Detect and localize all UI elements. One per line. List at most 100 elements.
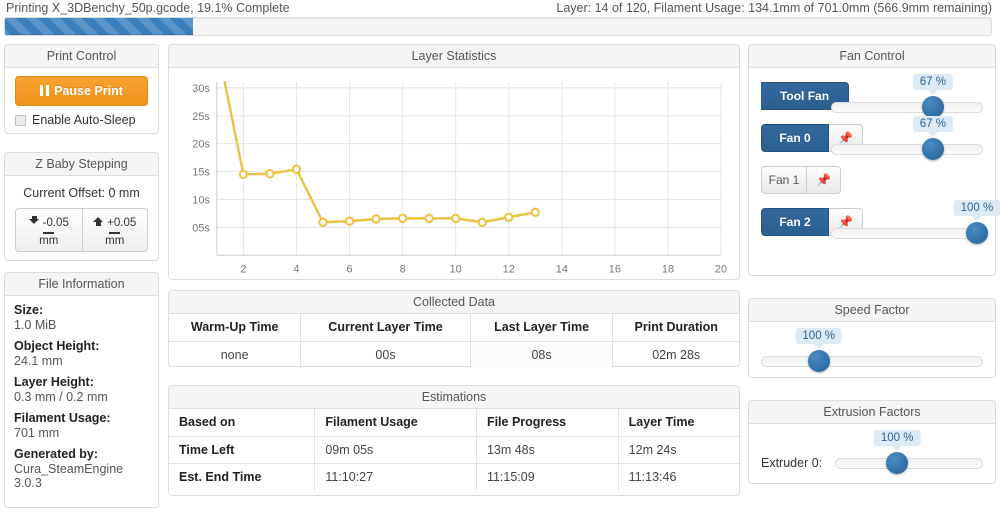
extruder-0-knob[interactable] (886, 452, 909, 474)
chart-xtick-label: 4 (293, 264, 299, 276)
file-info-key: Object Height: (14, 339, 100, 353)
chart-data-point (477, 217, 487, 228)
fan-toggle-button-fan-0[interactable]: Fan 0 (761, 124, 829, 152)
fan-control-title: Fan Control (749, 45, 995, 68)
arrow-up-from-bar-icon (93, 216, 104, 227)
print-status-header: Printing X_3DBenchy_50p.gcode, 19.1% Com… (0, 0, 1000, 36)
pin-icon[interactable]: 📌 (807, 166, 841, 194)
column-header: Last Layer Time (469, 314, 614, 342)
file-info-key: Generated by: (14, 447, 99, 461)
speed-factor-track[interactable] (761, 356, 983, 367)
fan-toggle-group: Fan 1 📌 (761, 166, 841, 194)
fan-row: Fan 2 📌 100 % (761, 200, 1000, 246)
speed-factor-row: 100 % (761, 328, 983, 374)
chart-ytick-label: 15s (192, 166, 210, 178)
table-row: Est. End Time 11:10:27 11:15:09 11:13:46 (169, 463, 739, 490)
chart-xtick-label: 10 (450, 264, 462, 276)
chart-xtick-label: 2 (240, 264, 246, 276)
table-cell: 11:15:09 (475, 463, 619, 490)
pause-print-button[interactable]: Pause Print (15, 76, 148, 106)
chart-xtick-label: 6 (346, 264, 352, 276)
table-row: Time Left 09m 05s 13m 48s 12m 24s (169, 436, 739, 464)
auto-sleep-checkbox[interactable] (15, 114, 26, 126)
extruder-0-row: Extruder 0: 100 % (761, 430, 983, 476)
chart-ytick-label: 30s (192, 83, 210, 95)
collected-data-table: Warm-Up Time Current Layer Time Last Layer… (169, 314, 739, 368)
file-info-value: 1.0 MiB (14, 318, 57, 332)
file-information-list: Size: 1.0 MiB Object Height: 24.1 mm Layer H… (5, 296, 158, 497)
layer-statistics-panel: Layer Statistics 05s 10s 15s 20s 25s 30s 2 4 6 8 1… (168, 44, 740, 280)
print-progress-bar (4, 17, 992, 36)
extruder-0-label: Extruder 0: (761, 456, 823, 470)
fan-toggle-button-fan-1[interactable]: Fan 1 (761, 166, 807, 194)
pause-icon (40, 85, 50, 96)
fan-speed-track[interactable] (831, 144, 983, 155)
enable-auto-sleep-row[interactable]: Enable Auto-Sleep (15, 113, 148, 127)
extruder-0-value: 100 % (873, 430, 921, 451)
fan-speed-knob[interactable] (921, 96, 944, 118)
fan-speed-value: 67 % (912, 116, 953, 137)
print-control-panel: Print Control Pause Print Enable Auto-Sl… (4, 44, 159, 134)
column-header: Layer Time (617, 409, 739, 437)
z-baby-stepping-panel: Z Baby Stepping Current Offset: 0 mm -0.… (4, 152, 159, 261)
table-cell: 11:13:46 (617, 463, 739, 490)
chart-xtick-label: 14 (556, 264, 568, 276)
chart-data-point (265, 169, 275, 179)
column-header: Current Layer Time (300, 314, 471, 342)
layer-filament-text: Layer: 14 of 120, Filament Usage: 134.1m… (556, 1, 992, 15)
fan-row: Tool Fan 67 % (761, 74, 983, 120)
file-information-panel: File Information Size: 1.0 MiB Object Heig… (4, 272, 159, 508)
table-cell: none (169, 341, 302, 368)
file-info-value: 701 mm (14, 426, 60, 440)
chart-data-point (291, 164, 302, 174)
fan-speed-slider[interactable]: 67 % (831, 74, 983, 120)
collected-data-title: Collected Data (169, 291, 739, 314)
z-step-up-unit: mm (105, 234, 125, 247)
chart-xtick-label: 8 (400, 264, 406, 276)
chart-xtick-label: 20 (715, 264, 727, 276)
table-cell: 00s (300, 341, 471, 368)
fan-speed-knob[interactable] (965, 222, 988, 244)
auto-sleep-label: Enable Auto-Sleep (32, 113, 136, 127)
speed-factor-knob[interactable] (807, 350, 830, 372)
collected-data-panel: Collected Data Warm-Up Time Current Layer… (168, 290, 740, 368)
chart-data-point (318, 217, 328, 228)
print-progress-fill (5, 18, 194, 35)
fan-speed-knob[interactable] (921, 138, 944, 160)
row-header: Est. End Time (169, 463, 316, 490)
fan-speed-slider[interactable]: 67 % (831, 116, 983, 162)
fan-control-rows: Tool Fan 67 % Fan 0 📌 67 % Fan 1 📌 Fan 2 📌 100 % (749, 68, 1000, 252)
layer-statistics-title: Layer Statistics (169, 45, 739, 68)
extruder-0-slider[interactable]: 100 % (835, 430, 983, 476)
z-step-bar-decor (43, 231, 55, 234)
z-step-up-button[interactable]: +0.05 mm (81, 208, 148, 252)
fan-speed-track[interactable] (831, 228, 983, 239)
z-step-up-label: +0.05 (107, 216, 137, 229)
fan-speed-track[interactable] (831, 102, 983, 113)
extruder-0-track[interactable] (835, 458, 983, 469)
chart-data-point (344, 216, 355, 226)
chart-ytick-label: 05s (192, 222, 210, 234)
fan-toggle-button-fan-2[interactable]: Fan 2 (761, 208, 829, 236)
chart-data-point (504, 212, 514, 222)
file-information-title: File Information (5, 273, 158, 296)
z-step-down-unit: mm (39, 234, 59, 247)
z-step-down-button[interactable]: -0.05 mm (15, 208, 82, 252)
column-header: Warm-Up Time (169, 314, 302, 342)
chart-ytick-label: 20s (192, 139, 210, 151)
estimations-title: Estimations (169, 386, 739, 409)
fan-row: Fan 0 📌 67 % (761, 116, 983, 162)
fan-speed-slider[interactable]: 100 % (831, 200, 1000, 246)
z-step-bar-decor (109, 231, 121, 234)
table-header-row: Warm-Up Time Current Layer Time Last Layer… (169, 314, 739, 342)
speed-factor-panel: Speed Factor 100 % (748, 298, 996, 378)
speed-factor-slider[interactable]: 100 % (761, 328, 983, 374)
print-control-title: Print Control (5, 45, 158, 68)
estimations-table: Based on Filament Usage File Progress Layer… (169, 409, 739, 490)
chart-ytick-label: 25s (192, 111, 210, 123)
chart-data-point (371, 214, 381, 224)
estimations-panel: Estimations Based on Filament Usage File P… (168, 385, 740, 496)
chart-ytick-label: 10s (192, 194, 210, 206)
pause-print-label: Pause Print (54, 84, 123, 98)
chart-data-point (451, 213, 461, 224)
